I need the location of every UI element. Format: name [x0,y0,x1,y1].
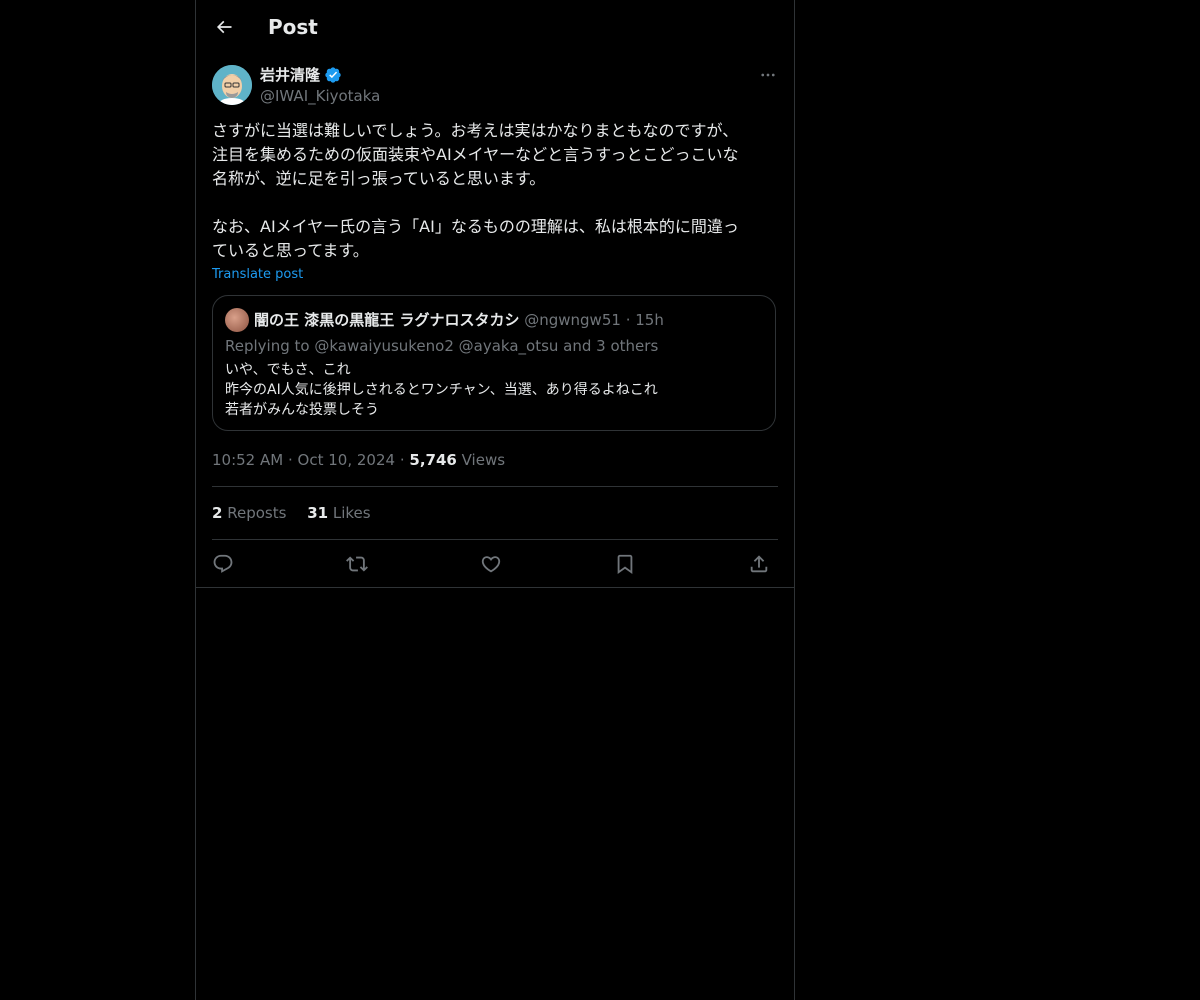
back-button[interactable] [210,13,238,41]
avatar-illustration [212,65,252,105]
reply-icon [213,554,233,573]
reposts-count: 2 [212,504,223,522]
author-handle[interactable]: @IWAI_Kiyotaka [260,86,380,106]
views-label: Views [461,451,506,469]
share-icon [750,555,768,573]
post-meta: 10:52 AM · Oct 10, 2024 · 5,746 Views [212,450,505,470]
repost-button[interactable] [342,550,372,578]
bookmark-icon [617,554,633,575]
separator-dot: · [287,451,293,469]
views-count: 5,746 [409,451,457,469]
bookmark-button[interactable] [610,550,640,578]
page-header: Post [196,0,794,53]
reposts-stat[interactable]: 2 Reposts [212,504,286,522]
quote-replying-to: Replying to @kawaiyusukeno2 @ayaka_otsu … [225,337,659,355]
share-button[interactable] [744,550,774,578]
like-button[interactable] [476,550,506,578]
repost-icon [346,556,368,572]
main-column: Post 岩井清隆 @IWAI_Kiyotaka さすがに当選は難しいでしょう。… [195,0,795,1000]
verified-badge-icon [325,67,341,83]
likes-label: Likes [332,504,371,522]
likes-count: 31 [307,504,329,522]
quote-avatar [225,308,249,332]
quote-body-text: いや、でもさ、これ 昨今のAI人気に後押しされるとワンチャン、当選、あり得るよね… [225,360,658,420]
post-author: 岩井清隆 @IWAI_Kiyotaka [212,65,778,107]
quote-author-handle: @ngwngw51 [524,311,621,329]
post-date[interactable]: Oct 10, 2024 [298,451,396,469]
more-options-button[interactable] [758,65,778,85]
divider [212,486,778,487]
post-stats: 2 Reposts 31 Likes [212,503,387,523]
quote-line: 昨今のAI人気に後押しされるとワンチャン、当選、あり得るよねこれ [225,382,658,398]
avatar[interactable] [212,65,252,105]
quote-author-name: 闇の王 漆黒の黒龍王 ラグナロスタカシ [254,311,520,329]
more-horizontal-icon [761,73,775,77]
separator-dot: · [399,451,405,469]
quote-line: 若者がみんな投票しそう [225,402,379,418]
arrow-left-icon [216,20,232,34]
reply-button[interactable] [208,550,238,578]
separator-dot: · [625,311,631,329]
quote-timestamp: 15h [635,311,664,329]
page-title: Post [268,15,318,39]
post-time[interactable]: 10:52 AM [212,451,283,469]
reposts-label: Reposts [227,504,287,522]
quote-line: いや、でもさ、これ [225,362,351,378]
like-heart-icon [481,556,501,573]
quote-author-row: 闇の王 漆黒の黒龍王 ラグナロスタカシ @ngwngw51 · 15h [254,310,664,330]
post-bottom-border [196,587,794,588]
translate-post-link[interactable]: Translate post [212,266,303,284]
post-actions [212,550,778,578]
post-body-text: さすがに当選は難しいでしょう。お考えは実はかなりまともなのですが、 注目を集める… [212,121,739,260]
author-name-text: 岩井清隆 [260,66,321,84]
author-name[interactable]: 岩井清隆 [260,65,342,85]
quoted-post-card[interactable]: 闇の王 漆黒の黒龍王 ラグナロスタカシ @ngwngw51 · 15h Repl… [212,295,776,431]
divider [212,539,778,540]
likes-stat[interactable]: 31 Likes [307,504,370,522]
